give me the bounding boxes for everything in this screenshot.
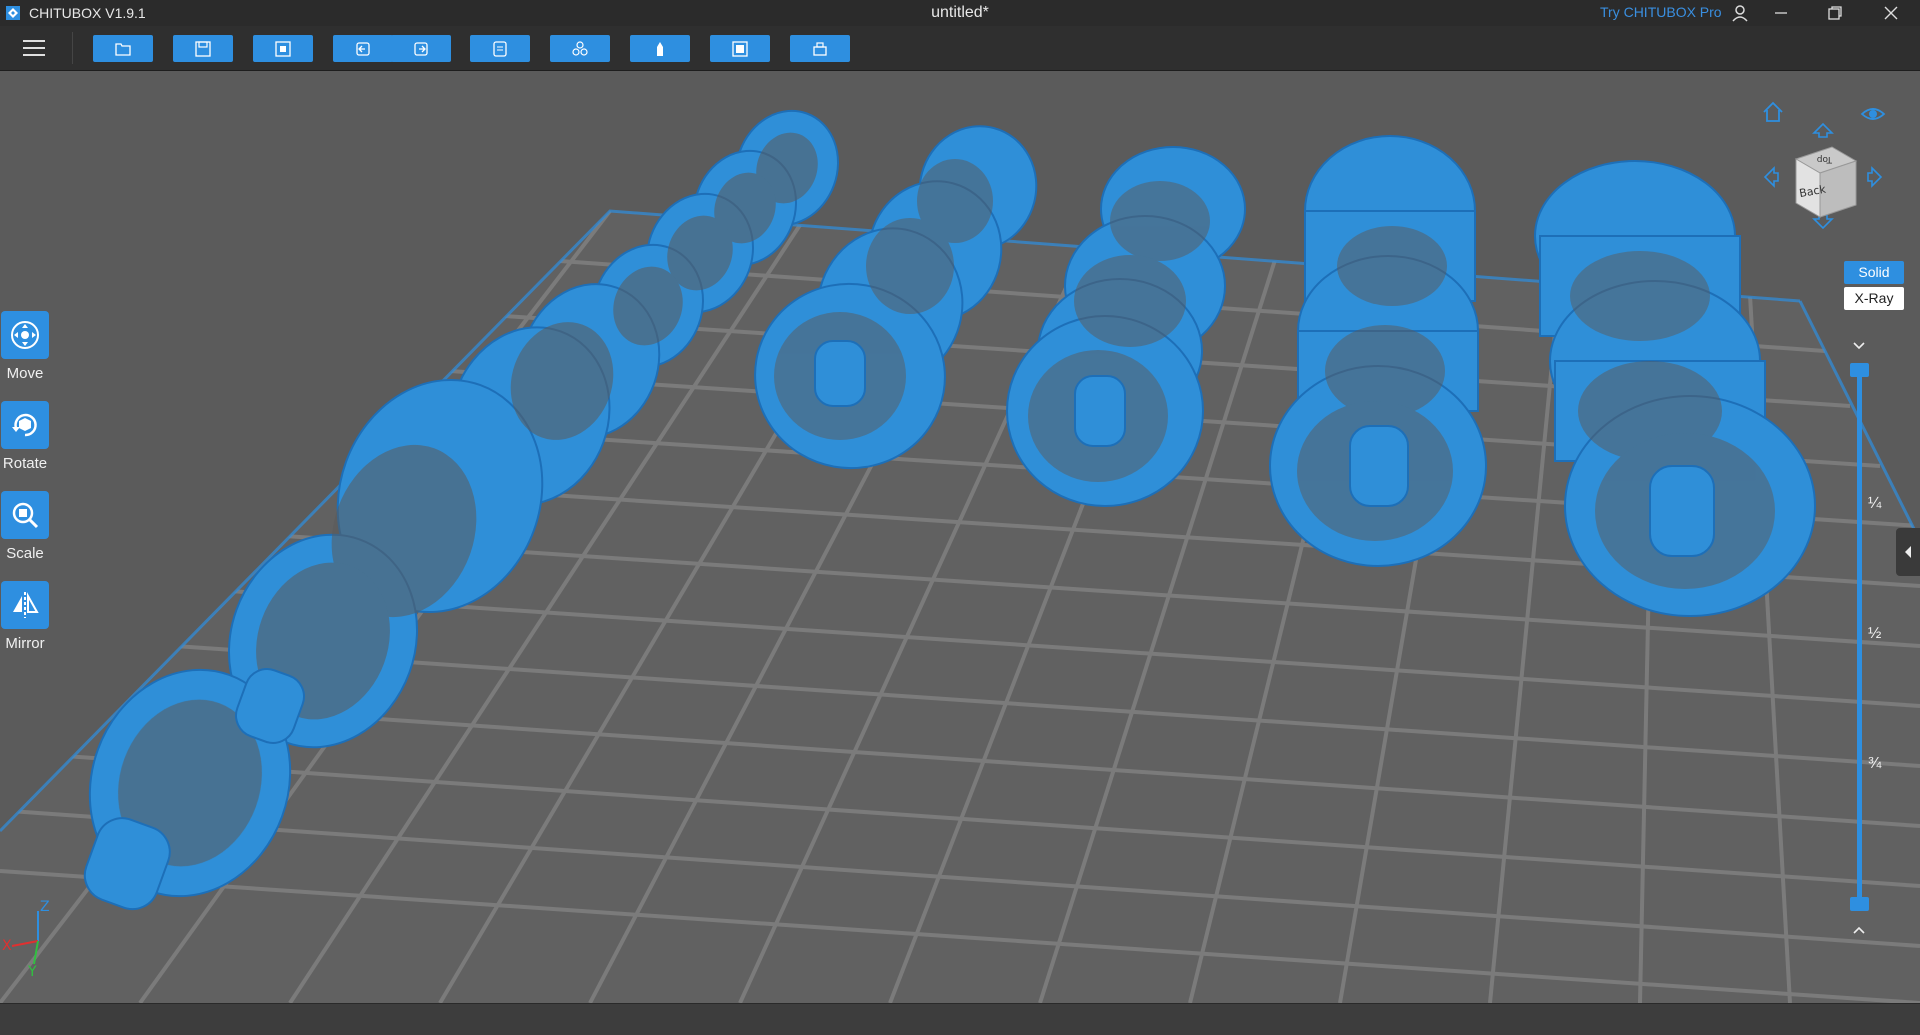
open-file-button[interactable]	[93, 35, 153, 62]
move-icon	[11, 321, 39, 349]
build-plate-scene	[0, 109, 1920, 1003]
scale-tool-button[interactable]	[1, 491, 49, 539]
folder-open-icon	[115, 42, 131, 56]
redo-button[interactable]	[391, 35, 451, 62]
close-icon	[1884, 6, 1898, 20]
mirror-tool[interactable]: Mirror	[0, 581, 50, 652]
hollow-button[interactable]	[710, 35, 770, 62]
status-bar	[0, 1003, 1920, 1035]
layer-slider-track[interactable]	[1857, 369, 1862, 905]
hamburger-menu-icon[interactable]	[20, 36, 48, 60]
cube-top-label: Top	[1817, 154, 1833, 164]
layer-slider-bottom-handle[interactable]	[1850, 897, 1869, 911]
move-tool[interactable]: Move	[0, 311, 50, 382]
scale-tool[interactable]: Scale	[0, 491, 50, 562]
mirror-label: Mirror	[5, 635, 45, 652]
save-button[interactable]	[173, 35, 233, 62]
try-pro-link[interactable]: Try CHITUBOX Pro	[1600, 4, 1722, 20]
rotate-icon	[12, 413, 37, 437]
restore-icon	[1828, 6, 1842, 20]
app-name: CHITUBOX V1.9.1	[29, 5, 146, 21]
slider-tick-three-quarter: ¾	[1868, 755, 1882, 772]
layer-slider-top-handle[interactable]	[1850, 363, 1869, 377]
support-button[interactable]	[630, 35, 690, 62]
import-icon	[275, 40, 291, 57]
arrange-icon	[572, 40, 588, 56]
mirror-tool-button[interactable]	[1, 581, 49, 629]
slider-tick-quarter: ¼	[1868, 495, 1882, 512]
rotate-tool[interactable]: Rotate	[0, 401, 50, 472]
redo-icon	[414, 41, 428, 56]
rotate-left-icon[interactable]	[1758, 164, 1784, 190]
axis-x-label: X	[2, 938, 12, 954]
support-icon	[657, 41, 663, 56]
mirror-icon	[13, 592, 39, 618]
rotate-label: Rotate	[2, 455, 48, 472]
chevron-up-icon[interactable]	[1849, 923, 1869, 937]
axis-z-label: Z	[40, 899, 50, 915]
xray-mode-button[interactable]: X-Ray	[1844, 287, 1904, 310]
eye-view-icon[interactable]	[1860, 101, 1886, 127]
slider-tick-half: ½	[1868, 625, 1882, 642]
side-panel-toggle[interactable]	[1896, 528, 1920, 576]
home-view-icon[interactable]	[1760, 99, 1786, 125]
chevron-down-icon[interactable]	[1849, 339, 1869, 353]
axis-y-label: Y	[27, 964, 37, 976]
close-button[interactable]	[1868, 0, 1914, 26]
minimize-icon	[1775, 12, 1787, 14]
user-account-icon[interactable]	[1729, 2, 1751, 24]
caret-left-icon	[1905, 546, 1911, 558]
move-tool-button[interactable]	[1, 311, 49, 359]
save-icon	[195, 40, 211, 57]
toolbar	[0, 26, 1920, 71]
arrange-button[interactable]	[550, 35, 610, 62]
undo-icon	[356, 41, 370, 56]
view-cube[interactable]: Top Back	[1786, 141, 1860, 225]
hollow-icon	[732, 40, 748, 57]
print-settings-button[interactable]	[790, 35, 850, 62]
list-icon	[493, 40, 507, 57]
3d-viewport[interactable]: Move Rotate Scale Mirror Top Back Solid …	[0, 71, 1920, 1003]
rotate-tool-button[interactable]	[1, 401, 49, 449]
toolbar-separator	[72, 32, 73, 64]
scale-label: Scale	[6, 545, 44, 562]
chitubox-logo-icon	[6, 6, 20, 20]
import-model-button[interactable]	[253, 35, 313, 62]
minimize-button[interactable]	[1758, 0, 1804, 26]
rotate-up-icon[interactable]	[1810, 117, 1836, 143]
solid-mode-button[interactable]: Solid	[1844, 261, 1904, 284]
rotate-right-icon[interactable]	[1862, 164, 1888, 190]
scale-icon	[12, 502, 39, 529]
undo-button[interactable]	[333, 35, 393, 62]
restore-button[interactable]	[1812, 0, 1858, 26]
printer-icon	[813, 41, 827, 56]
move-label: Move	[6, 365, 44, 382]
axis-indicator: Z X Y	[2, 899, 50, 976]
model-list-button[interactable]	[470, 35, 530, 62]
